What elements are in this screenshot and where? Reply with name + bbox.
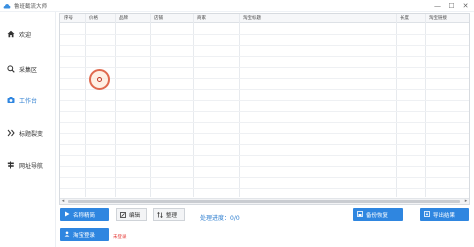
scroll-thumb[interactable] xyxy=(68,200,460,203)
column-divider xyxy=(396,14,397,197)
row-divider xyxy=(60,166,469,167)
row-divider xyxy=(60,188,469,189)
sidebar-item-label: 标题裂变 xyxy=(19,131,44,138)
column-divider xyxy=(425,14,426,197)
sidebar-item-welcome[interactable]: 欢迎 xyxy=(0,27,56,41)
column-header-merchant[interactable]: 商家 xyxy=(197,15,206,21)
backup-restore-button[interactable]: 备份恢复 xyxy=(353,208,403,221)
row-divider xyxy=(60,111,469,112)
minimize-button[interactable]: — xyxy=(433,2,442,10)
scroll-left-icon[interactable]: ◂ xyxy=(60,199,66,204)
row-divider xyxy=(60,155,469,156)
name-simplify-button[interactable]: 名称精简 xyxy=(60,208,109,221)
play-icon xyxy=(65,211,70,217)
export-results-button[interactable]: 导出结果 xyxy=(420,208,469,221)
row-divider xyxy=(60,67,469,68)
results-table[interactable]: 序号 价格 品牌 店铺 商家 淘宝标题 长度 淘宝链接 ◂ ▸ xyxy=(59,13,470,205)
backup-icon xyxy=(357,211,363,217)
sort-icon xyxy=(157,212,163,218)
column-header-shop[interactable]: 店铺 xyxy=(154,15,163,21)
row-divider xyxy=(60,144,469,145)
sidebar-item-collect[interactable]: 采集区 xyxy=(0,62,56,76)
column-header-brand[interactable]: 品牌 xyxy=(119,15,128,21)
app-logo-icon xyxy=(3,4,11,9)
sidebar-item-label: 采集区 xyxy=(19,67,38,74)
sidebar-item-title-split[interactable]: 标题裂变 xyxy=(0,126,56,140)
row-divider xyxy=(60,78,469,79)
column-divider xyxy=(85,14,86,197)
taobao-login-button[interactable]: 淘宝登录 xyxy=(60,228,109,241)
user-icon xyxy=(64,231,70,237)
column-divider xyxy=(239,14,240,197)
maximize-button[interactable]: ☐ xyxy=(447,2,456,10)
edit-icon xyxy=(120,212,126,218)
row-divider xyxy=(60,89,469,90)
sidebar-item-label: 欢迎 xyxy=(19,32,32,39)
row-divider xyxy=(60,133,469,134)
column-header-length[interactable]: 长度 xyxy=(400,15,409,21)
signpost-icon xyxy=(7,161,14,169)
sort-button[interactable]: 整理 xyxy=(153,208,185,221)
title-bar: 鲁班截流大师 — ☐ ✕ xyxy=(0,0,474,12)
row-divider xyxy=(60,177,469,178)
export-icon xyxy=(424,211,430,217)
column-header-taobao-title[interactable]: 淘宝标题 xyxy=(243,15,261,21)
edit-button[interactable]: 编辑 xyxy=(116,208,147,221)
column-divider xyxy=(115,14,116,197)
sidebar-item-url-nav[interactable]: 网址导航 xyxy=(0,158,56,172)
sidebar-item-workbench[interactable]: 工作台 xyxy=(0,93,56,107)
row-divider xyxy=(60,45,469,46)
login-status-text: 未登录 xyxy=(113,235,127,240)
row-divider xyxy=(60,122,469,123)
close-button[interactable]: ✕ xyxy=(461,2,470,10)
row-divider xyxy=(60,56,469,57)
cursor-highlight xyxy=(89,69,110,90)
column-divider xyxy=(193,14,194,197)
search-icon xyxy=(7,65,15,73)
sidebar-item-label: 工作台 xyxy=(19,98,38,105)
progress-label: 处理进度： xyxy=(200,215,231,222)
sidebar-item-label: 网址导航 xyxy=(19,163,44,170)
horizontal-scrollbar[interactable]: ◂ ▸ xyxy=(60,198,469,204)
progress-value: 0/0 xyxy=(230,215,240,222)
cursor-dot xyxy=(97,77,102,82)
column-header-price[interactable]: 价格 xyxy=(89,15,98,21)
home-icon xyxy=(7,30,15,38)
row-divider xyxy=(60,34,469,35)
row-divider xyxy=(60,100,469,101)
split-icon xyxy=(7,129,15,137)
column-header-taobao-link[interactable]: 淘宝链接 xyxy=(429,15,447,21)
column-header-index[interactable]: 序号 xyxy=(64,15,73,21)
app-title: 鲁班截流大师 xyxy=(14,4,48,10)
camera-icon xyxy=(7,97,15,103)
table-header: 序号 价格 品牌 店铺 商家 淘宝标题 长度 淘宝链接 xyxy=(60,14,469,23)
progress-status: 处理进度：0/0 xyxy=(200,213,240,222)
sidebar: 欢迎 采集区 工作台 标题裂变 网址导航 xyxy=(0,12,56,247)
column-divider xyxy=(150,14,151,197)
scroll-right-icon[interactable]: ▸ xyxy=(463,199,469,204)
